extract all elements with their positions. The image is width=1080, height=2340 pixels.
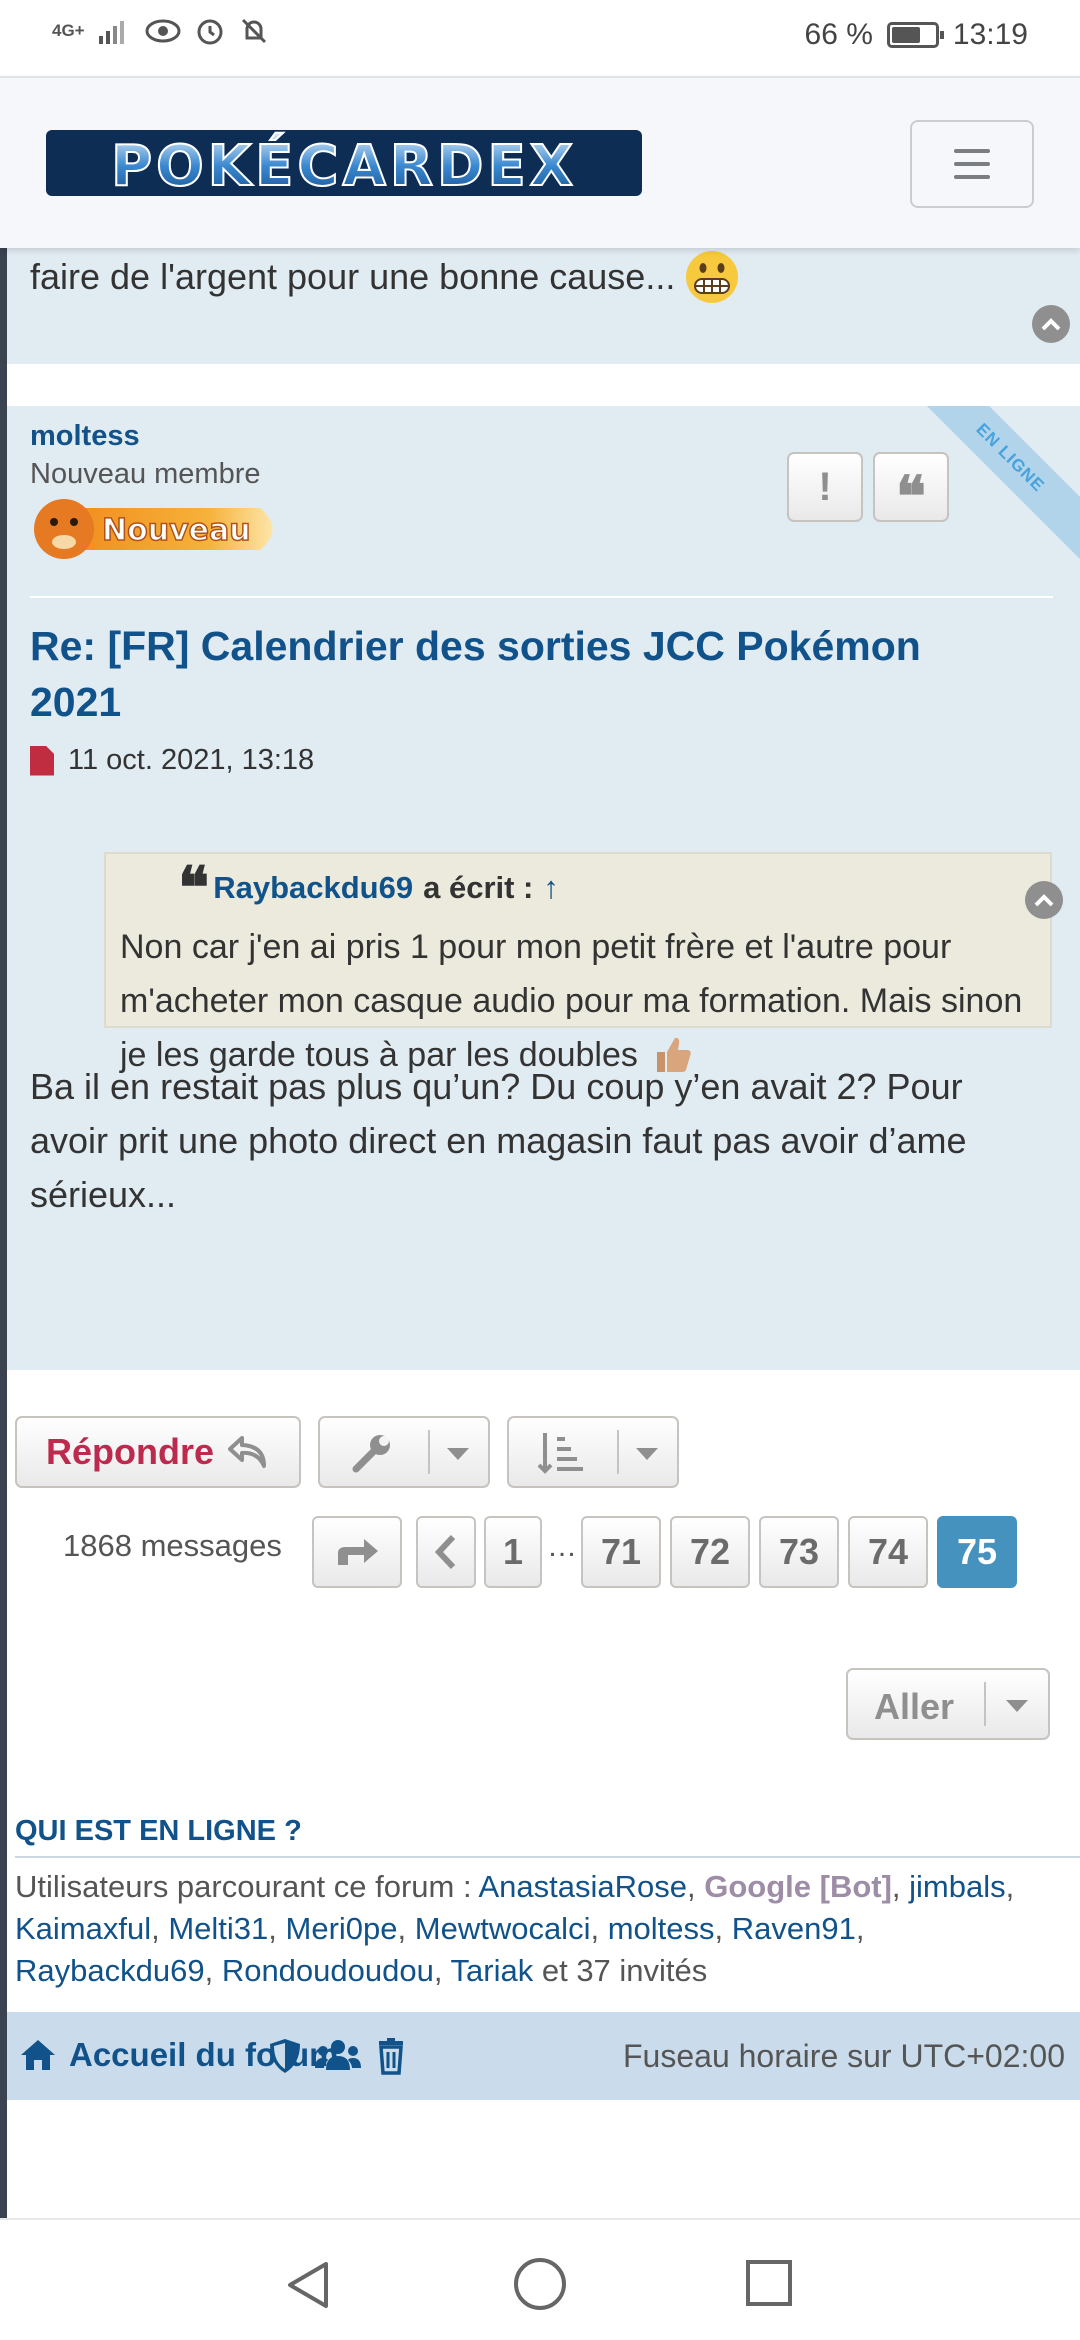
quote-block: ❝ Raybackdu69 a écrit : ↑ Non car j'en a…	[104, 852, 1052, 1074]
online-user[interactable]: Raybackdu69	[15, 1953, 205, 1988]
quote-button[interactable]: ❝	[873, 452, 949, 530]
footer-nav: Accueil du forum Fuseau horaire sur UTC+…	[7, 2012, 1080, 2100]
battery-icon	[886, 22, 944, 48]
jump-to-forum-dropdown[interactable]: Aller	[846, 1668, 1050, 1740]
online-user[interactable]: Rondoudoudou	[222, 1953, 434, 1988]
site-header: POKÉCARDEX	[0, 76, 1080, 248]
back-to-top-icon[interactable]	[1025, 881, 1063, 919]
status-icons-right: 66 % 13:19	[805, 18, 1028, 52]
online-heading[interactable]: QUI EST EN LIGNE ?	[15, 1815, 302, 1848]
online-user[interactable]: Melti31	[168, 1911, 268, 1946]
post-date-row: 11 oct. 2021, 13:18	[30, 744, 314, 777]
online-user[interactable]: Kaimaxful	[15, 1911, 151, 1946]
wrench-icon	[352, 1435, 390, 1473]
menu-button[interactable]	[910, 120, 1034, 208]
post-file-icon[interactable]	[30, 745, 54, 776]
online-user[interactable]: Meri0pe	[286, 1911, 398, 1946]
reply-arrow-icon	[228, 1436, 266, 1468]
hamburger-icon	[954, 149, 990, 153]
page-ellipsis: …	[547, 1530, 577, 1563]
post-date: 11 oct. 2021, 13:18	[68, 744, 315, 776]
previous-post-text: faire de l'argent pour une bonne cause..…	[30, 256, 676, 297]
jump-to-page-button[interactable]	[312, 1516, 402, 1588]
logo-text: POKÉCARDEX	[111, 133, 577, 199]
online-user[interactable]: Mewtwocalci	[415, 1911, 591, 1946]
sort-dropdown[interactable]	[507, 1416, 679, 1488]
battery-percent: 66 %	[804, 18, 873, 51]
home-button-icon[interactable]	[514, 2258, 566, 2310]
rank-badge-text: Nouveau	[102, 513, 251, 548]
exclamation-icon: !	[818, 464, 832, 509]
back-icon[interactable]	[286, 2260, 330, 2310]
previous-page-button[interactable]	[416, 1516, 476, 1588]
current-page[interactable]: 75	[937, 1516, 1017, 1588]
reply-label: Répondre	[45, 1431, 214, 1472]
online-user[interactable]: Raven91	[732, 1911, 856, 1946]
report-button[interactable]: !	[787, 452, 863, 522]
quote-text: Non car j'en ai pris 1 pour mon petit fr…	[120, 928, 1023, 1074]
online-user[interactable]: jimbals	[909, 1869, 1005, 1904]
jump-label: Aller	[874, 1686, 955, 1727]
quote-icon: ❝	[895, 464, 927, 530]
recent-apps-icon[interactable]	[746, 2260, 792, 2306]
tools-dropdown[interactable]	[318, 1416, 490, 1488]
quote-mark-icon: ❝	[178, 854, 210, 922]
page-link[interactable]: 74	[848, 1516, 928, 1588]
chevron-down-icon	[1006, 1700, 1028, 1712]
chevron-left-icon	[435, 1534, 456, 1570]
system-nav-bar	[0, 2218, 1080, 2340]
status-icons-left: 4G+	[52, 16, 269, 46]
quote-wrote: a écrit :	[423, 870, 534, 905]
online-users: Utilisateurs parcourant ce forum : Anast…	[15, 1869, 1015, 1988]
online-divider	[15, 1856, 1080, 1858]
previous-post: faire de l'argent pour une bonne cause..…	[7, 248, 1080, 364]
page-link[interactable]: 1	[484, 1516, 542, 1588]
status-bar: 4G+ 66 % 13:19	[0, 0, 1080, 76]
signal-icon	[98, 21, 124, 44]
page-link[interactable]: 71	[581, 1516, 661, 1588]
online-user-bot[interactable]: Google [Bot]	[704, 1869, 892, 1904]
author-rank: Nouveau membre	[30, 458, 261, 490]
rank-badge: Nouveau	[34, 499, 273, 559]
timezone-label: Fuseau horaire sur UTC+02:00	[623, 2038, 1065, 2074]
network-type: 4G+	[52, 21, 85, 40]
post: EN LIGNE moltess Nouveau membre Nouveau …	[7, 406, 1080, 1370]
reply-button[interactable]: Répondre	[15, 1416, 301, 1488]
clock: 13:19	[952, 18, 1028, 51]
trash-icon[interactable]	[371, 2036, 411, 2076]
silent-bell-icon	[241, 18, 266, 44]
alarm-icon	[197, 19, 223, 45]
share-arrow-icon	[338, 1539, 378, 1565]
sort-icon	[537, 1433, 583, 1474]
online-user[interactable]: moltess	[608, 1911, 715, 1946]
eye-icon	[145, 19, 181, 43]
quote-author[interactable]: Raybackdu69	[213, 870, 413, 906]
site-logo[interactable]: POKÉCARDEX	[44, 118, 644, 208]
post-author[interactable]: moltess	[30, 420, 140, 453]
online-user[interactable]: AnastasiaRose	[478, 1869, 687, 1904]
post-body: Ba il en restait pas plus qu’un? Du coup…	[30, 1066, 967, 1215]
page: 4G+ 66 % 13:19 POKÉCARDEX faire de l'arg…	[0, 0, 1080, 2340]
chevron-down-icon	[636, 1448, 658, 1460]
users-icon[interactable]	[314, 2036, 362, 2076]
quote-source-link[interactable]: ↑	[543, 870, 559, 906]
quote-header: ❝ Raybackdu69 a écrit : ↑	[178, 854, 559, 922]
grimacing-emoji-icon	[686, 251, 739, 303]
back-to-top-icon[interactable]	[1032, 305, 1070, 343]
page-link[interactable]: 72	[670, 1516, 750, 1588]
page-left-border	[0, 248, 7, 2218]
online-user[interactable]: Tariak	[451, 1953, 534, 1988]
chevron-down-icon	[447, 1448, 469, 1460]
post-title[interactable]: Re: [FR] Calendrier des sorties JCC Poké…	[30, 618, 1010, 730]
shield-icon[interactable]	[265, 2036, 305, 2076]
post-divider	[30, 596, 1053, 598]
home-icon	[21, 2040, 55, 2070]
page-link[interactable]: 73	[759, 1516, 839, 1588]
message-count: 1868 messages	[63, 1528, 282, 1563]
